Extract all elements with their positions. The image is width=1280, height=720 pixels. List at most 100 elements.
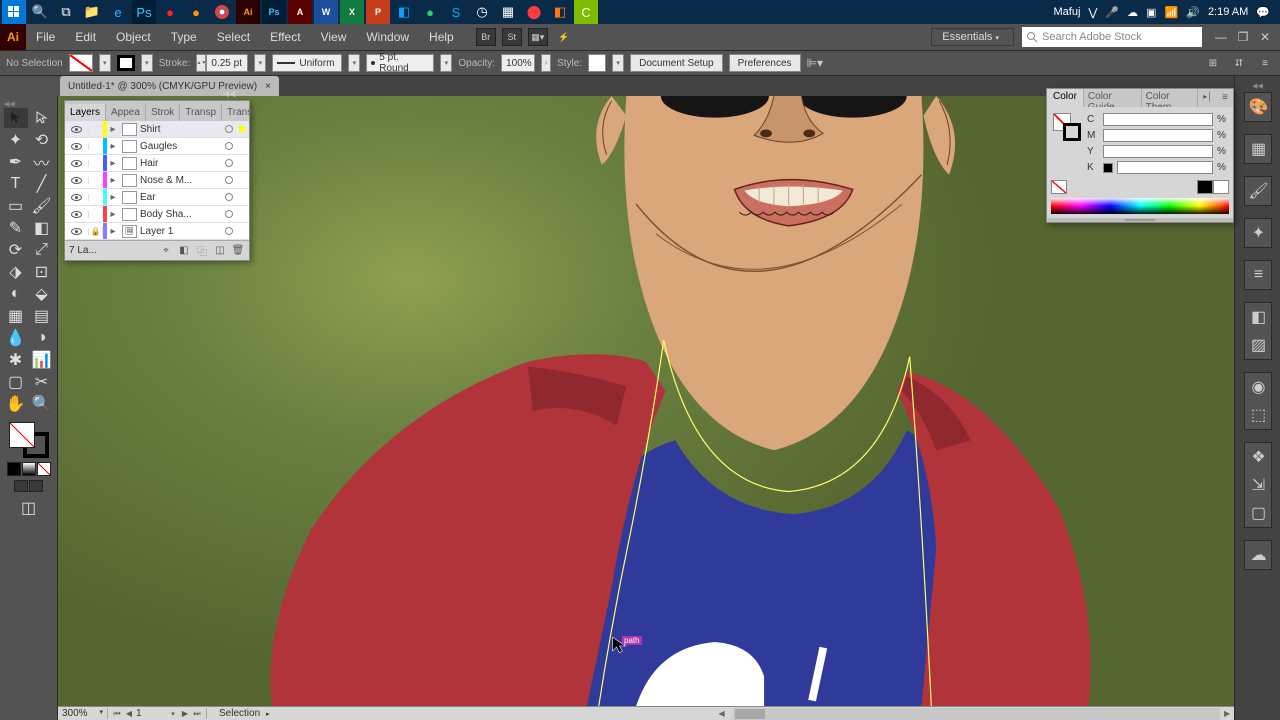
- curvature-tool[interactable]: 〰: [30, 152, 54, 172]
- target-icon[interactable]: [225, 159, 239, 167]
- layer-name[interactable]: Body Sha...: [140, 209, 225, 220]
- app-icon-3[interactable]: ⬤: [522, 0, 546, 24]
- panel-collapse-icon[interactable]: ◀◀: [223, 87, 235, 99]
- app-icon-1[interactable]: ◧: [392, 0, 416, 24]
- tab-transform[interactable]: Transf: [222, 104, 249, 121]
- dock-artboards-icon[interactable]: ▢: [1245, 499, 1273, 527]
- dock-collapse-icon[interactable]: ◀◀: [1252, 82, 1263, 90]
- whatsapp-icon[interactable]: ●: [418, 0, 442, 24]
- dock-libraries-icon[interactable]: ☁: [1245, 541, 1273, 569]
- start-button[interactable]: [2, 0, 26, 24]
- eyedropper-tool[interactable]: 💧: [4, 328, 28, 348]
- target-icon[interactable]: [225, 176, 239, 184]
- dock-swatches-icon[interactable]: ▦: [1245, 135, 1273, 163]
- stroke-weight-stepper[interactable]: ▲▼: [196, 54, 206, 72]
- close-button[interactable]: ✕: [1254, 27, 1276, 47]
- tab-appearance[interactable]: Appea: [106, 104, 146, 121]
- firefox-icon[interactable]: ●: [184, 0, 208, 24]
- visibility-toggle[interactable]: [65, 194, 89, 201]
- layer-row[interactable]: ▸Nose & M...: [65, 172, 249, 189]
- fill-dropdown[interactable]: ▾: [99, 54, 111, 72]
- screen-mode-full[interactable]: [29, 480, 43, 492]
- hscroll-left[interactable]: ◀: [719, 709, 729, 718]
- rectangle-tool[interactable]: ▭: [4, 196, 28, 216]
- layer-name[interactable]: Gaugles: [140, 141, 225, 152]
- restore-button[interactable]: ❐: [1232, 27, 1254, 47]
- illustrator-icon[interactable]: Ai: [236, 0, 260, 24]
- dock-asset-export-icon[interactable]: ⇲: [1245, 471, 1273, 499]
- stroke-profile[interactable]: Uniform: [272, 54, 342, 72]
- color-mode-solid[interactable]: [7, 462, 21, 476]
- toolbox-collapse-icon[interactable]: ◀◀: [0, 100, 19, 108]
- zoom-tool[interactable]: 🔍: [30, 394, 54, 414]
- shape-mode-icon[interactable]: ⮃: [1230, 54, 1248, 72]
- target-icon[interactable]: [225, 193, 239, 201]
- tray-network-icon[interactable]: 📶: [1165, 6, 1179, 19]
- dock-gradient-icon[interactable]: ◧: [1245, 303, 1273, 331]
- dock-color-icon[interactable]: 🎨: [1245, 93, 1273, 121]
- tray-user[interactable]: Mafuj: [1053, 6, 1080, 18]
- tray-mic-icon[interactable]: 🎤: [1105, 6, 1119, 19]
- clipping-mask-icon[interactable]: ◧: [177, 244, 191, 258]
- slice-tool[interactable]: ✂: [30, 372, 54, 392]
- fill-stroke-control[interactable]: [9, 422, 49, 458]
- artboard-next[interactable]: ▶: [180, 709, 190, 718]
- file-explorer-icon[interactable]: 📁: [80, 0, 104, 24]
- symbol-sprayer-tool[interactable]: ✱: [4, 350, 28, 370]
- tab-color-themes[interactable]: Color Them: [1142, 89, 1199, 107]
- pen-tool[interactable]: ✒: [4, 152, 28, 172]
- excel-icon[interactable]: X: [340, 0, 364, 24]
- tab-transparency[interactable]: Transp: [180, 104, 222, 121]
- new-layer-icon[interactable]: ◫: [213, 244, 227, 258]
- acrobat-icon[interactable]: A: [288, 0, 312, 24]
- powerpoint-icon[interactable]: P: [366, 0, 390, 24]
- color-black[interactable]: [1197, 180, 1213, 194]
- stroke-weight-input[interactable]: 0.25 pt: [206, 54, 248, 72]
- camtasia-icon[interactable]: C: [574, 0, 598, 24]
- opera-icon[interactable]: ●: [158, 0, 182, 24]
- channel-m-input[interactable]: [1103, 129, 1213, 142]
- tab-layers[interactable]: Layers: [65, 104, 106, 121]
- expand-toggle[interactable]: ▸: [107, 226, 119, 237]
- color-panel-swatch[interactable]: [1053, 113, 1081, 141]
- menu-edit[interactable]: Edit: [65, 24, 106, 50]
- tray-battery-icon[interactable]: ▣: [1146, 6, 1156, 19]
- menu-select[interactable]: Select: [207, 24, 260, 50]
- tray-notifications-icon[interactable]: 💬: [1256, 6, 1270, 19]
- width-tool[interactable]: ⬗: [4, 262, 28, 282]
- tab-color[interactable]: Color: [1047, 89, 1084, 107]
- free-transform-tool[interactable]: ⊡: [30, 262, 54, 282]
- document-setup-button[interactable]: Document Setup: [630, 54, 723, 72]
- channel-k-input[interactable]: [1117, 161, 1213, 174]
- fill-color-swatch[interactable]: [9, 422, 35, 448]
- expand-toggle[interactable]: ▸: [107, 209, 119, 220]
- app-icon-2[interactable]: ◷: [470, 0, 494, 24]
- menu-file[interactable]: File: [26, 24, 65, 50]
- shape-builder-tool[interactable]: ◐: [4, 284, 28, 304]
- screen-mode-normal[interactable]: [14, 480, 28, 492]
- hand-tool[interactable]: ✋: [4, 394, 28, 414]
- transform-icon[interactable]: ⊞: [1204, 54, 1222, 72]
- close-tab-icon[interactable]: ×: [265, 81, 271, 92]
- hscroll-right[interactable]: ▶: [1224, 709, 1234, 718]
- artboard-tool[interactable]: ▢: [4, 372, 28, 392]
- dock-appearance-icon[interactable]: ◉: [1245, 373, 1273, 401]
- calculator-icon[interactable]: ▦: [496, 0, 520, 24]
- draw-mode-icon[interactable]: ◫: [17, 498, 41, 518]
- panel-menu-icon[interactable]: ≡: [1256, 54, 1274, 72]
- opacity-input[interactable]: 100%: [501, 54, 535, 72]
- stroke-dropdown[interactable]: ▾: [141, 54, 153, 72]
- zoom-level[interactable]: 300%▾: [58, 708, 108, 719]
- panel-close-icon[interactable]: ×: [237, 87, 249, 99]
- align-icon[interactable]: ⊫▾: [807, 56, 823, 70]
- type-tool[interactable]: T: [4, 174, 28, 194]
- menu-view[interactable]: View: [311, 24, 357, 50]
- color-mode-none[interactable]: [37, 462, 51, 476]
- visibility-toggle[interactable]: [65, 143, 89, 150]
- arrange-docs-icon[interactable]: ▦▾: [528, 28, 548, 46]
- style-swatch[interactable]: [588, 54, 606, 72]
- dock-layers-icon[interactable]: ❖: [1245, 443, 1273, 471]
- color-none[interactable]: [1051, 180, 1067, 194]
- expand-toggle[interactable]: ▸: [107, 175, 119, 186]
- channel-c-input[interactable]: [1103, 113, 1213, 126]
